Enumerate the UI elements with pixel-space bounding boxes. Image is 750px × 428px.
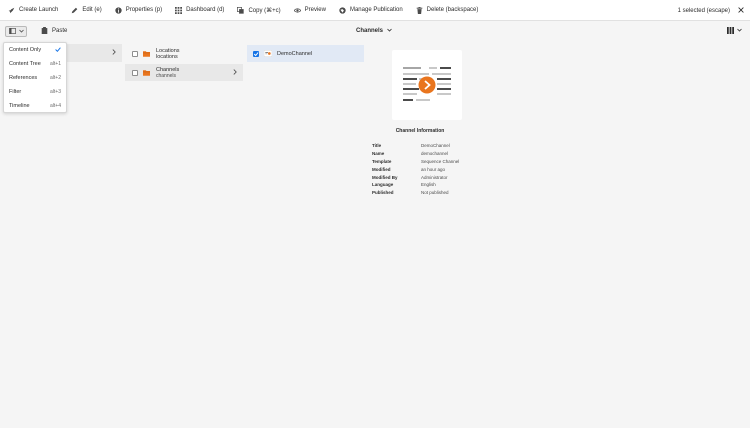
menu-item-content-tree[interactable]: Content Tree alt+1: [4, 57, 66, 71]
details-key: Modified: [372, 166, 391, 172]
menu-item-timeline[interactable]: Timeline alt+4: [4, 99, 66, 113]
copy-icon: [237, 6, 245, 14]
chevron-down-icon: [387, 28, 392, 34]
page-title: Channels: [356, 28, 384, 34]
list-item-demochannel[interactable]: DemoChannel: [247, 45, 364, 62]
preview-button[interactable]: Preview: [293, 0, 326, 21]
details-table: Title DemoChannel Name demochannel Templ…: [372, 142, 459, 197]
close-icon[interactable]: [738, 6, 744, 15]
delete-label: Delete (backspace): [426, 7, 479, 13]
channel-illustration-icon: [403, 67, 451, 101]
properties-button[interactable]: Properties (p): [115, 0, 162, 21]
menu-item-shortcut: alt+3: [50, 89, 61, 95]
column-view-icon: [727, 26, 734, 36]
row-title: Channels: [156, 66, 180, 73]
menu-item-label: Timeline: [9, 103, 30, 109]
details-row: Published Not published: [372, 189, 459, 197]
panel-icon: [8, 27, 16, 36]
paste-button[interactable]: Paste: [41, 26, 67, 36]
details-key: Title: [372, 143, 382, 149]
menu-item-shortcut: alt+2: [50, 75, 61, 81]
menu-item-shortcut: alt+1: [50, 61, 61, 67]
menu-item-label: Content Tree: [9, 61, 41, 67]
details-key: Template: [372, 158, 392, 164]
menu-item-references[interactable]: References alt+2: [4, 71, 66, 85]
info-icon: [115, 6, 122, 14]
chevron-down-icon: [737, 28, 742, 34]
checkmark-icon: [55, 46, 61, 54]
menu-item-filter[interactable]: Filter alt+3: [4, 85, 66, 99]
rail-toggle-button[interactable]: [5, 26, 27, 37]
details-key: Modified By: [372, 174, 398, 180]
dashboard-label: Dashboard (d): [186, 7, 225, 13]
view-switcher[interactable]: [727, 26, 742, 36]
details-value: Sequence Channel: [421, 158, 460, 164]
details-row: Name demochannel: [372, 150, 459, 158]
details-row: Modified By Administrator: [372, 173, 459, 181]
copy-button[interactable]: Copy (⌘+c): [237, 0, 281, 21]
details-row: Template Sequence Channel: [372, 158, 459, 166]
menu-item-label: Filter: [9, 89, 22, 95]
menu-item-label: References: [9, 75, 38, 81]
row-name: locations: [156, 53, 178, 60]
row-checkbox[interactable]: [132, 50, 138, 57]
row-checkbox-checked[interactable]: [253, 50, 259, 57]
channel-preview-thumbnail: [392, 50, 462, 120]
chevron-down-icon: [18, 29, 24, 35]
menu-item-content-only[interactable]: Content Only: [4, 43, 66, 57]
rocket-icon: [8, 7, 15, 14]
manage-publication-label: Manage Publication: [349, 7, 403, 13]
channel-thumbnail-icon: [263, 49, 273, 58]
selection-status: 1 selected (escape): [678, 0, 744, 21]
pencil-icon: [71, 7, 78, 14]
grid-icon: [175, 6, 183, 14]
details-value: DemoChannel: [421, 143, 450, 149]
rail-view-menu: Content Only Content Tree alt+1 Referenc…: [3, 42, 67, 113]
properties-label: Properties (p): [125, 7, 163, 13]
details-value: an hour ago: [421, 166, 446, 172]
menu-item-label: Content Only: [9, 47, 42, 53]
list-item-locations[interactable]: Locations locations: [125, 45, 243, 62]
folder-icon: [143, 50, 150, 57]
delete-button[interactable]: Delete (backspace): [416, 0, 479, 21]
list-item-channels[interactable]: Channels channels: [125, 64, 243, 81]
details-value: Administrator: [421, 174, 448, 180]
chevron-right-icon: [112, 49, 116, 57]
selection-status-label[interactable]: 1 selected (escape): [678, 8, 730, 14]
globe-icon: [339, 6, 346, 14]
details-row: Modified an hour ago: [372, 165, 459, 173]
details-key: Name: [372, 151, 385, 157]
preview-label: Preview: [304, 7, 326, 13]
trash-icon: [416, 6, 423, 14]
row-name: channels: [156, 72, 177, 79]
copy-label: Copy (⌘+c): [248, 7, 281, 14]
row-checkbox[interactable]: [132, 69, 138, 76]
eye-icon: [293, 7, 302, 14]
edit-label: Edit (e): [82, 7, 102, 13]
details-key: Language: [372, 182, 394, 188]
row-title: DemoChannel: [277, 50, 313, 57]
root-column-selected-row[interactable]: [67, 44, 122, 62]
menu-item-shortcut: alt+4: [50, 103, 61, 109]
edit-button[interactable]: Edit (e): [71, 0, 102, 21]
details-row: Language English: [372, 181, 459, 189]
row-title: Locations: [156, 47, 180, 54]
chevron-right-icon: [233, 69, 237, 77]
clipboard-icon: [41, 26, 48, 36]
dashboard-button[interactable]: Dashboard (d): [175, 0, 224, 21]
details-heading: Channel Information: [395, 128, 445, 134]
details-value: English: [421, 182, 436, 188]
create-launch-label: Create Launch: [19, 7, 59, 13]
paste-label: Paste: [52, 28, 68, 34]
breadcrumb-title[interactable]: Channels: [356, 26, 392, 36]
create-launch-button[interactable]: Create Launch: [8, 0, 58, 21]
details-row: Title DemoChannel: [372, 142, 459, 150]
details-value: Not published: [421, 190, 449, 196]
folder-icon: [143, 69, 150, 76]
details-key: Published: [372, 190, 394, 196]
action-bar: Create Launch Edit (e) Properties (p) Da…: [0, 0, 750, 21]
manage-publication-button[interactable]: Manage Publication: [339, 0, 403, 21]
details-value: demochannel: [421, 151, 449, 157]
